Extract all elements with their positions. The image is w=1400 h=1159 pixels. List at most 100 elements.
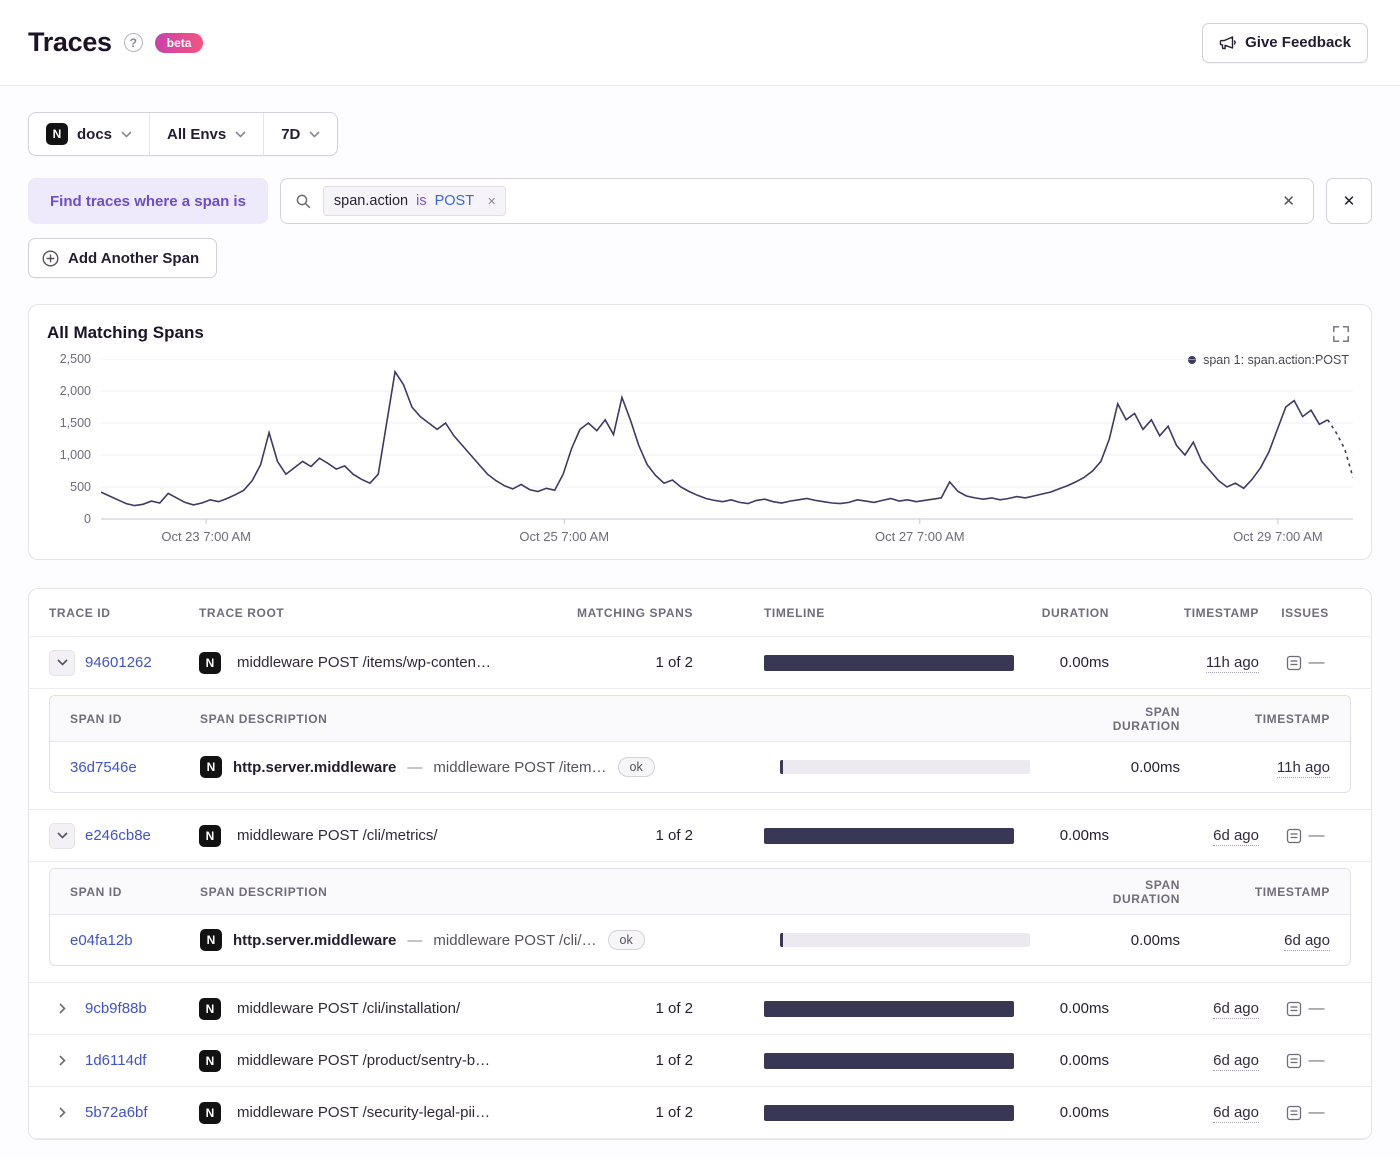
project-logo-icon: N [199, 1101, 221, 1124]
page-filters: N docs All Envs 7D [28, 112, 339, 156]
add-span-row: Add Another Span [28, 238, 1372, 278]
span-description: middleware POST /item… [433, 758, 607, 776]
page-title: Traces [28, 27, 112, 57]
trace-id-link[interactable]: 5b72a6bf [85, 1104, 148, 1121]
y-tick-label: 500 [70, 480, 91, 494]
expand-trace-icon[interactable] [49, 1048, 75, 1074]
spans-subtable: SPAN ID SPAN DESCRIPTION SPAN DURATION T… [29, 862, 1371, 983]
span-timeline-bar [780, 760, 1030, 774]
span-duration-value: 0.00ms [1130, 931, 1180, 949]
chevron-down-icon [235, 130, 246, 138]
token-value: POST [434, 193, 475, 209]
span-condition-label: Find traces where a span is [28, 178, 268, 224]
project-logo-icon: N [46, 123, 68, 145]
issues-indicator: — [1286, 654, 1325, 672]
span-search-input[interactable]: span.action is POST ✕ ✕ [279, 178, 1314, 224]
fullscreen-icon[interactable] [1329, 321, 1355, 347]
period-label: 7D [281, 125, 301, 143]
col-issues: ISSUES [1281, 605, 1329, 620]
col-timeline: TIMELINE [764, 605, 825, 620]
trace-row: e246cb8e N middleware POST /cli/metrics/… [29, 810, 1371, 862]
timestamp-value: 11h ago [1205, 654, 1259, 673]
subtable-header: SPAN ID SPAN DESCRIPTION SPAN DURATION T… [50, 696, 1350, 742]
col-span-duration: SPAN DURATION [1112, 704, 1180, 733]
y-tick-label: 1,500 [59, 416, 91, 430]
duration-value: 0.00ms [1059, 1000, 1109, 1017]
token-operator: is [416, 193, 427, 209]
trace-id-link[interactable]: 9cb9f88b [85, 1000, 147, 1017]
period-selector[interactable]: 7D [263, 113, 337, 155]
issues-indicator: — [1286, 1052, 1325, 1070]
y-tick-label: 2,000 [59, 384, 91, 398]
project-logo-icon: N [199, 651, 221, 674]
environment-selector[interactable]: All Envs [149, 113, 263, 155]
col-duration: DURATION [1041, 605, 1109, 620]
duration-value: 0.00ms [1059, 1104, 1109, 1121]
issues-dash: — [1308, 826, 1325, 844]
matching-spans-count: 1 of 2 [655, 1052, 693, 1069]
span-description: middleware POST /cli/… [433, 931, 597, 949]
add-another-span-button[interactable]: Add Another Span [28, 238, 218, 278]
separator-dash: — [407, 758, 423, 776]
environment-label: All Envs [167, 125, 227, 143]
col-span-id: SPAN ID [70, 711, 122, 726]
col-span-timestamp: TIMESTAMP [1254, 884, 1330, 899]
trace-id-link[interactable]: 1d6114df [85, 1052, 146, 1069]
y-tick-label: 0 [84, 512, 91, 526]
chart-line [101, 372, 1328, 506]
issues-dash: — [1308, 1051, 1325, 1069]
span-id-link[interactable]: 36d7546e [70, 759, 200, 776]
collapse-trace-icon[interactable] [49, 649, 75, 676]
search-token[interactable]: span.action is POST ✕ [322, 186, 507, 216]
feedback-label: Give Feedback [1245, 34, 1351, 51]
timeline-bar [764, 1104, 1014, 1121]
issues-icon [1286, 828, 1301, 843]
issues-dash: — [1308, 999, 1325, 1017]
trace-id-link[interactable]: e246cb8e [85, 827, 151, 844]
timestamp-value: 6d ago [1213, 1052, 1259, 1071]
give-feedback-button[interactable]: Give Feedback [1202, 22, 1368, 63]
span-query-row: Find traces where a span is span.action … [28, 178, 1372, 224]
chart-title: All Matching Spans [47, 323, 204, 342]
span-id-link[interactable]: e04fa12b [70, 932, 200, 949]
add-span-label: Add Another Span [68, 249, 200, 267]
col-span-description: SPAN DESCRIPTION [200, 711, 328, 726]
col-trace-id: TRACE ID [49, 605, 111, 620]
span-duration-value: 0.00ms [1130, 758, 1180, 776]
expand-trace-icon[interactable] [49, 1100, 75, 1126]
timestamp-value: 6d ago [1213, 1000, 1259, 1019]
token-remove-icon[interactable]: ✕ [482, 195, 501, 208]
help-icon[interactable]: ? [123, 33, 143, 52]
separator-dash: — [407, 931, 423, 949]
timeline-bar [764, 1052, 1014, 1069]
trace-root-label: middleware POST /security-legal-pii… [237, 1104, 491, 1121]
trace-row: 94601262 N middleware POST /items/wp-con… [29, 637, 1371, 689]
timestamp-value: 6d ago [1213, 827, 1259, 846]
clear-search-icon[interactable]: ✕ [1278, 188, 1299, 214]
duration-value: 0.00ms [1059, 1052, 1109, 1069]
issues-icon [1286, 655, 1301, 670]
span-operation: http.server.middleware [233, 758, 397, 776]
trace-root-label: middleware POST /product/sentry-b… [237, 1052, 491, 1069]
chart-x-label: Oct 27 7:00 AM [874, 529, 965, 544]
duration-value: 0.00ms [1059, 827, 1109, 844]
issues-dash: — [1308, 653, 1325, 671]
project-logo-icon: N [199, 824, 221, 847]
collapse-trace-icon[interactable] [49, 822, 75, 849]
col-matching-spans: MATCHING SPANS [577, 605, 693, 620]
span-row: e04fa12b N http.server.middleware — midd… [50, 915, 1350, 965]
chart-y-axis: 2,500 2,000 1,500 1,000 500 0 [47, 352, 101, 526]
span-status-badge: ok [617, 757, 655, 777]
chart-gridlines [101, 359, 1353, 524]
spans-chart-svg [101, 359, 1353, 525]
y-tick-label: 2,500 [59, 352, 91, 366]
page-header: Traces ? beta Give Feedback [0, 0, 1400, 86]
trace-id-link[interactable]: 94601262 [85, 654, 152, 671]
col-span-duration: SPAN DURATION [1112, 877, 1180, 906]
duration-value: 0.00ms [1059, 654, 1109, 671]
timeline-bar [764, 654, 1014, 671]
expand-trace-icon[interactable] [49, 996, 75, 1022]
trace-root-label: middleware POST /cli/installation/ [237, 1000, 461, 1017]
remove-query-row-button[interactable]: ✕ [1326, 178, 1372, 224]
project-selector[interactable]: N docs [29, 113, 149, 155]
